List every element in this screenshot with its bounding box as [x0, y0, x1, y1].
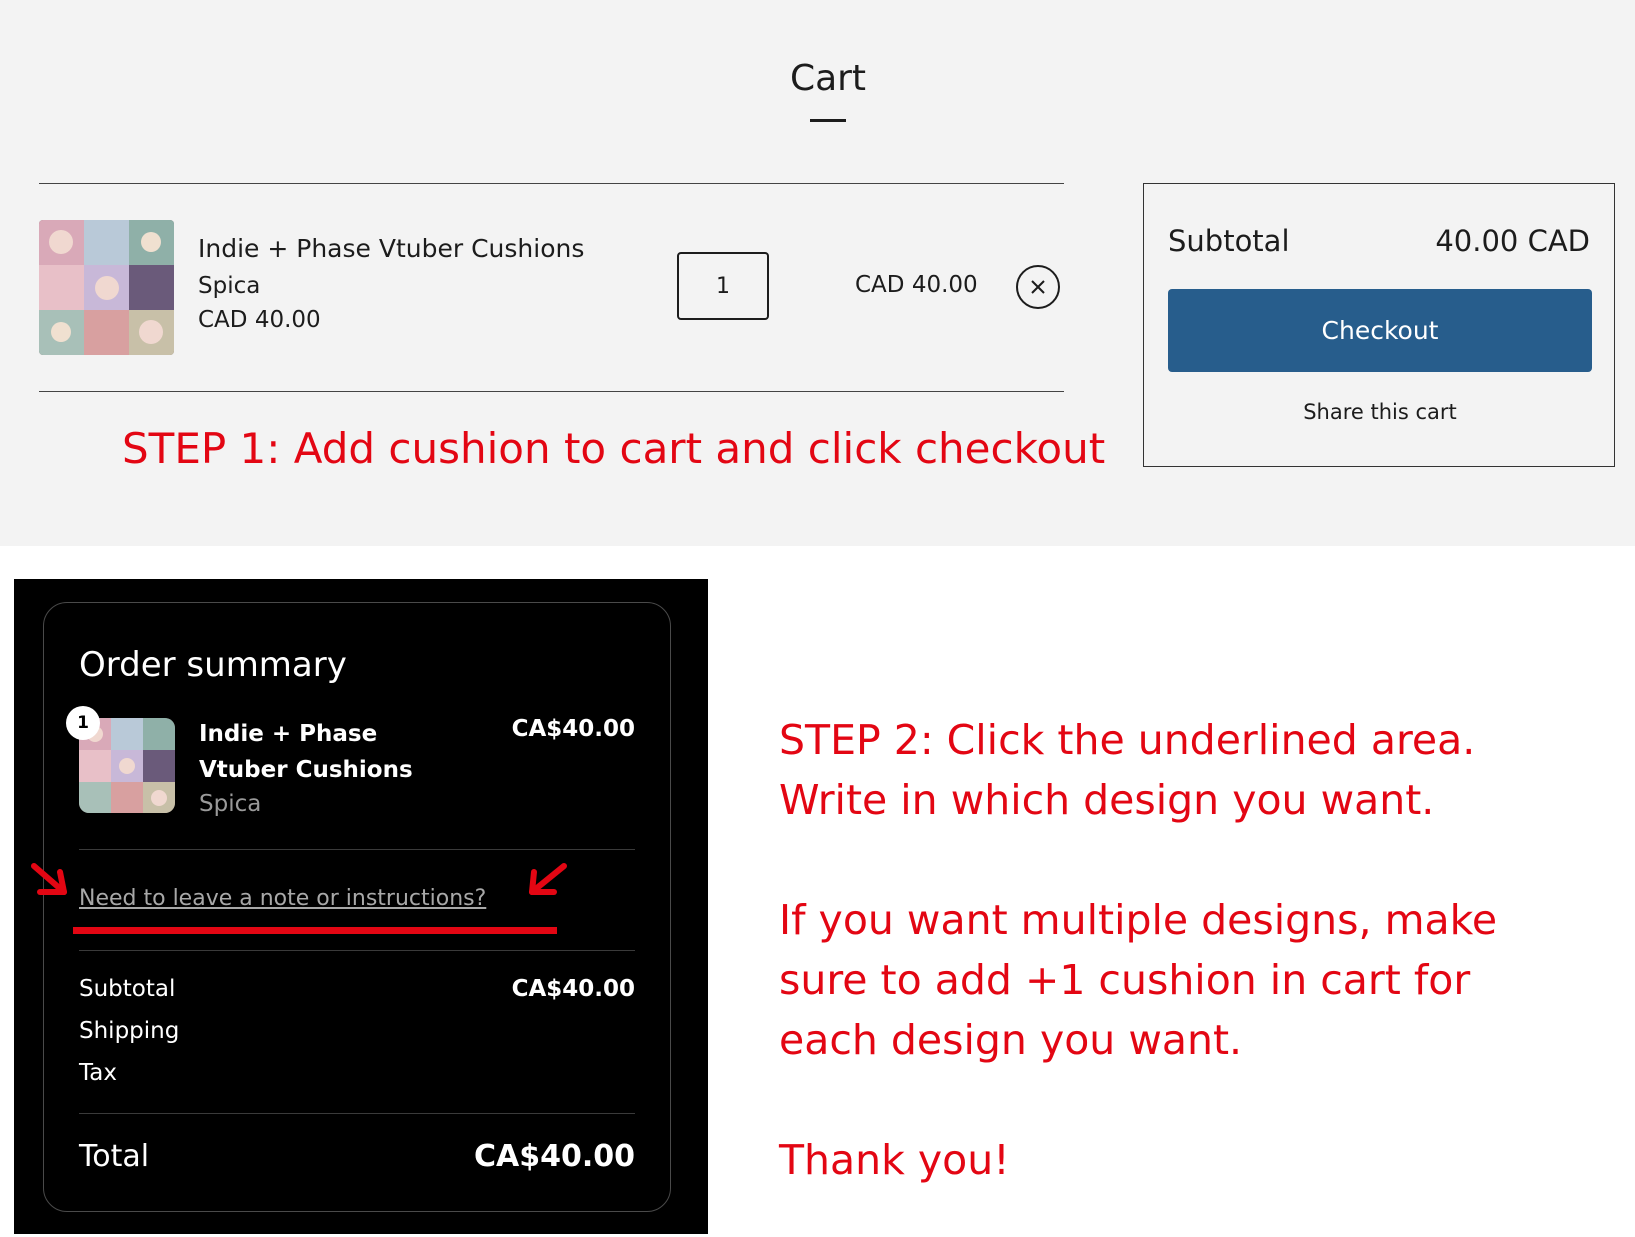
- order-summary-title: Order summary: [79, 645, 347, 685]
- order-item-price: CA$40.00: [511, 716, 635, 742]
- title-underline: [810, 119, 846, 122]
- step2-annotation-line: each design you want.: [779, 1016, 1243, 1064]
- share-cart-link[interactable]: Share this cart: [1168, 400, 1592, 424]
- tax-label: Tax: [79, 1060, 117, 1086]
- subtotal-label: Subtotal: [1168, 224, 1290, 258]
- step1-annotation: STEP 1: Add cushion to cart and click ch…: [122, 424, 1106, 473]
- red-highlight-underline: [73, 927, 557, 934]
- shipping-label: Shipping: [79, 1018, 180, 1044]
- divider: [39, 183, 1064, 184]
- note-instructions-link[interactable]: Need to leave a note or instructions?: [79, 886, 486, 911]
- red-arrow-icon: [31, 863, 67, 895]
- order-subtotal-label: Subtotal: [79, 976, 176, 1002]
- close-icon: [1031, 280, 1045, 294]
- step2-annotation-line: sure to add +1 cushion in cart for: [779, 956, 1471, 1004]
- divider: [79, 950, 635, 951]
- order-subtotal-value: CA$40.00: [511, 976, 635, 1002]
- page-title: Cart: [789, 58, 867, 99]
- checkout-button[interactable]: Checkout: [1168, 289, 1592, 372]
- product-vendor: Spica: [198, 273, 261, 299]
- step2-annotation-line: If you want multiple designs, make: [779, 896, 1498, 944]
- divider: [39, 391, 1064, 392]
- line-total: CAD 40.00: [855, 272, 978, 298]
- total-value: CA$40.00: [473, 1139, 635, 1174]
- order-item-name: Indie + Phase Vtuber Cushions: [199, 721, 413, 783]
- red-arrow-icon: [529, 863, 567, 895]
- order-item-vendor: Spica: [199, 791, 262, 817]
- thank-you-annotation: Thank you!: [779, 1136, 1010, 1184]
- remove-item-button[interactable]: [1016, 265, 1060, 309]
- total-label: Total: [79, 1139, 150, 1174]
- product-name-link[interactable]: Indie + Phase Vtuber Cushions: [198, 234, 584, 263]
- quantity-badge: 1: [66, 706, 100, 740]
- subtotal-value: 40.00 CAD: [1435, 224, 1590, 258]
- quantity-input[interactable]: [677, 252, 769, 320]
- product-image[interactable]: [39, 220, 174, 355]
- divider: [79, 1113, 635, 1114]
- product-price: CAD 40.00: [198, 307, 321, 333]
- divider: [79, 849, 635, 850]
- step2-annotation-line: Write in which design you want.: [779, 776, 1435, 824]
- cushion-collage-image: [39, 220, 174, 355]
- step2-annotation-line: STEP 2: Click the underlined area.: [779, 716, 1476, 764]
